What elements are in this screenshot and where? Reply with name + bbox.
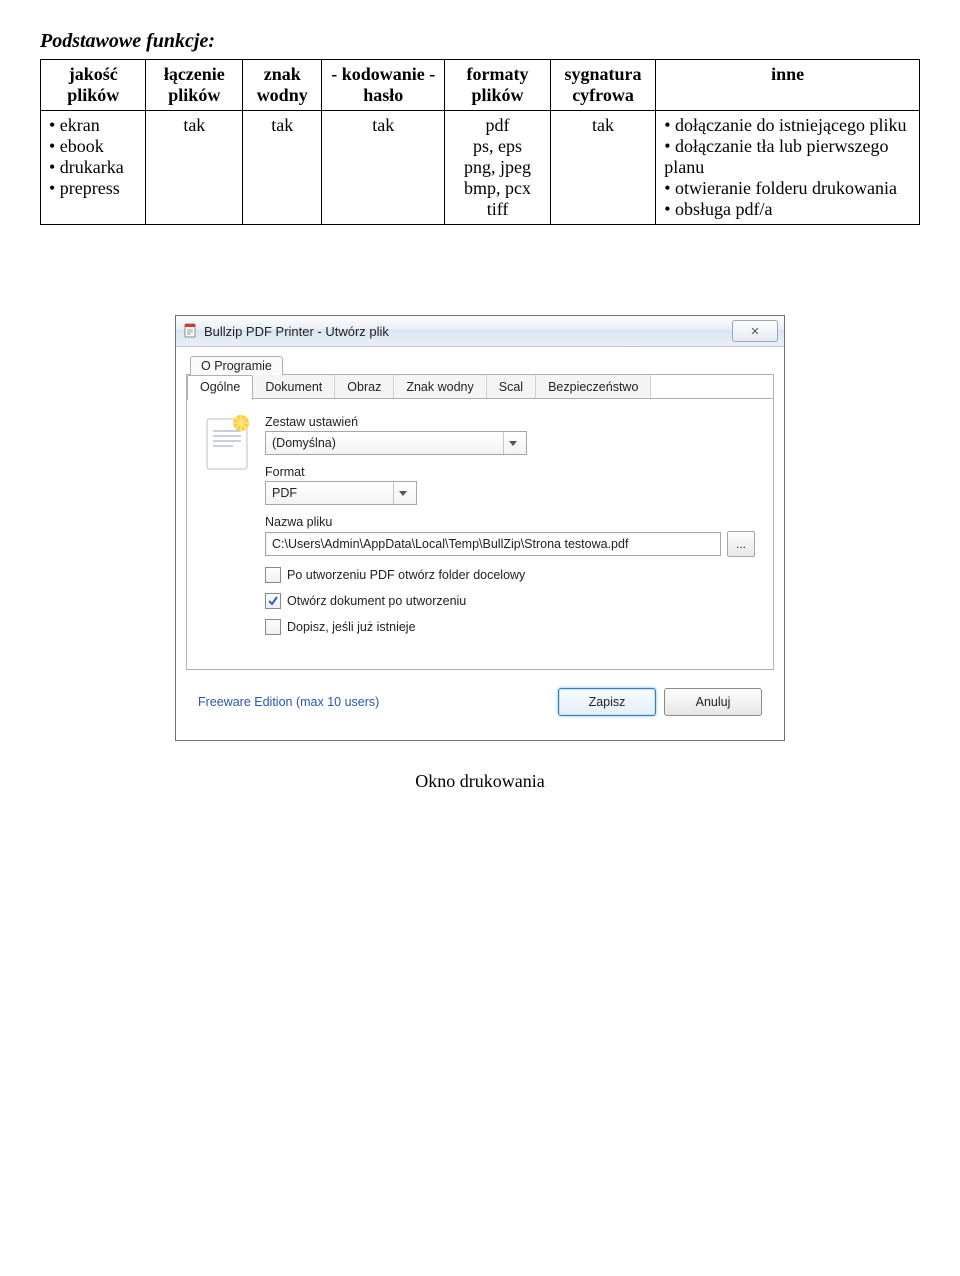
tab-about[interactable]: O Programie — [190, 356, 283, 375]
close-icon: ✕ — [750, 325, 759, 338]
app-icon — [182, 323, 198, 339]
tabs-row: Ogólne Dokument Obraz Znak wodny Scal Be… — [187, 375, 773, 399]
tab-watermark[interactable]: Znak wodny — [394, 375, 486, 398]
checkbox-append[interactable] — [265, 619, 281, 635]
td-signature: tak — [550, 111, 655, 225]
page-title: Podstawowe funkcje: — [40, 30, 920, 53]
browse-button[interactable]: ... — [727, 531, 755, 557]
td-quality: • ekran • ebook • drukarka • prepress — [41, 111, 146, 225]
chevron-down-icon — [503, 432, 522, 454]
figure-caption: Okno drukowania — [40, 771, 920, 792]
th-merge: łączenie plików — [146, 60, 243, 111]
tab-merge[interactable]: Scal — [487, 375, 536, 398]
settings-combo[interactable]: (Domyślna) — [265, 431, 527, 455]
window-title: Bullzip PDF Printer - Utwórz plik — [204, 324, 732, 339]
td-watermark: tak — [243, 111, 322, 225]
td-formats: pdf ps, eps png, jpeg bmp, pcx tiff — [445, 111, 550, 225]
tab-general[interactable]: Ogólne — [187, 375, 253, 400]
th-quality: jakość plików — [41, 60, 146, 111]
filename-input[interactable]: C:\Users\Admin\AppData\Local\Temp\BullZi… — [265, 532, 721, 556]
format-value: PDF — [272, 486, 297, 500]
feature-table: jakość plików łączenie plików znak wodny… — [40, 59, 920, 225]
filename-value: C:\Users\Admin\AppData\Local\Temp\BullZi… — [272, 537, 628, 551]
settings-value: (Domyślna) — [272, 436, 336, 450]
td-other: • dołączanie do istniejącego pliku • doł… — [656, 111, 920, 225]
titlebar[interactable]: Bullzip PDF Printer - Utwórz plik ✕ — [176, 316, 784, 347]
checkbox-opendoc-label: Otwórz dokument po utworzeniu — [287, 594, 466, 608]
table-header-row: jakość plików łączenie plików znak wodny… — [41, 60, 920, 111]
filename-label: Nazwa pliku — [265, 515, 755, 529]
td-merge: tak — [146, 111, 243, 225]
th-watermark: znak wodny — [243, 60, 322, 111]
checkbox-row-append[interactable]: Dopisz, jeśli już istnieje — [265, 619, 755, 635]
checkbox-append-label: Dopisz, jeśli już istnieje — [287, 620, 416, 634]
save-button[interactable]: Zapisz — [558, 688, 656, 716]
tab-document[interactable]: Dokument — [253, 375, 335, 398]
tab-panel: Ogólne Dokument Obraz Znak wodny Scal Be… — [186, 374, 774, 670]
cancel-button[interactable]: Anuluj — [664, 688, 762, 716]
checkbox-openfolder-label: Po utworzeniu PDF otwórz folder docelowy — [287, 568, 525, 582]
td-encoding: tak — [322, 111, 445, 225]
freeware-label: Freeware Edition (max 10 users) — [198, 695, 379, 709]
ellipsis-icon: ... — [736, 537, 746, 551]
checkbox-row-openfolder[interactable]: Po utworzeniu PDF otwórz folder docelowy — [265, 567, 755, 583]
th-formats: formaty plików — [445, 60, 550, 111]
format-combo[interactable]: PDF — [265, 481, 417, 505]
settings-label: Zestaw ustawień — [265, 415, 755, 429]
tab-image[interactable]: Obraz — [335, 375, 394, 398]
close-button[interactable]: ✕ — [732, 320, 778, 342]
checkbox-opendoc[interactable] — [265, 593, 281, 609]
th-signature: sygnatura cyfrowa — [550, 60, 655, 111]
chevron-down-icon — [393, 482, 412, 504]
th-other: inne — [656, 60, 920, 111]
tab-security[interactable]: Bezpieczeństwo — [536, 375, 651, 398]
document-icon — [201, 413, 253, 635]
th-encoding: - kodowanie - hasło — [322, 60, 445, 111]
button-row: Freeware Edition (max 10 users) Zapisz A… — [186, 670, 774, 728]
checkbox-openfolder[interactable] — [265, 567, 281, 583]
dialog-window: Bullzip PDF Printer - Utwórz plik ✕ O Pr… — [175, 315, 785, 741]
table-row: • ekran • ebook • drukarka • prepress ta… — [41, 111, 920, 225]
checkbox-row-opendoc[interactable]: Otwórz dokument po utworzeniu — [265, 593, 755, 609]
format-label: Format — [265, 465, 755, 479]
